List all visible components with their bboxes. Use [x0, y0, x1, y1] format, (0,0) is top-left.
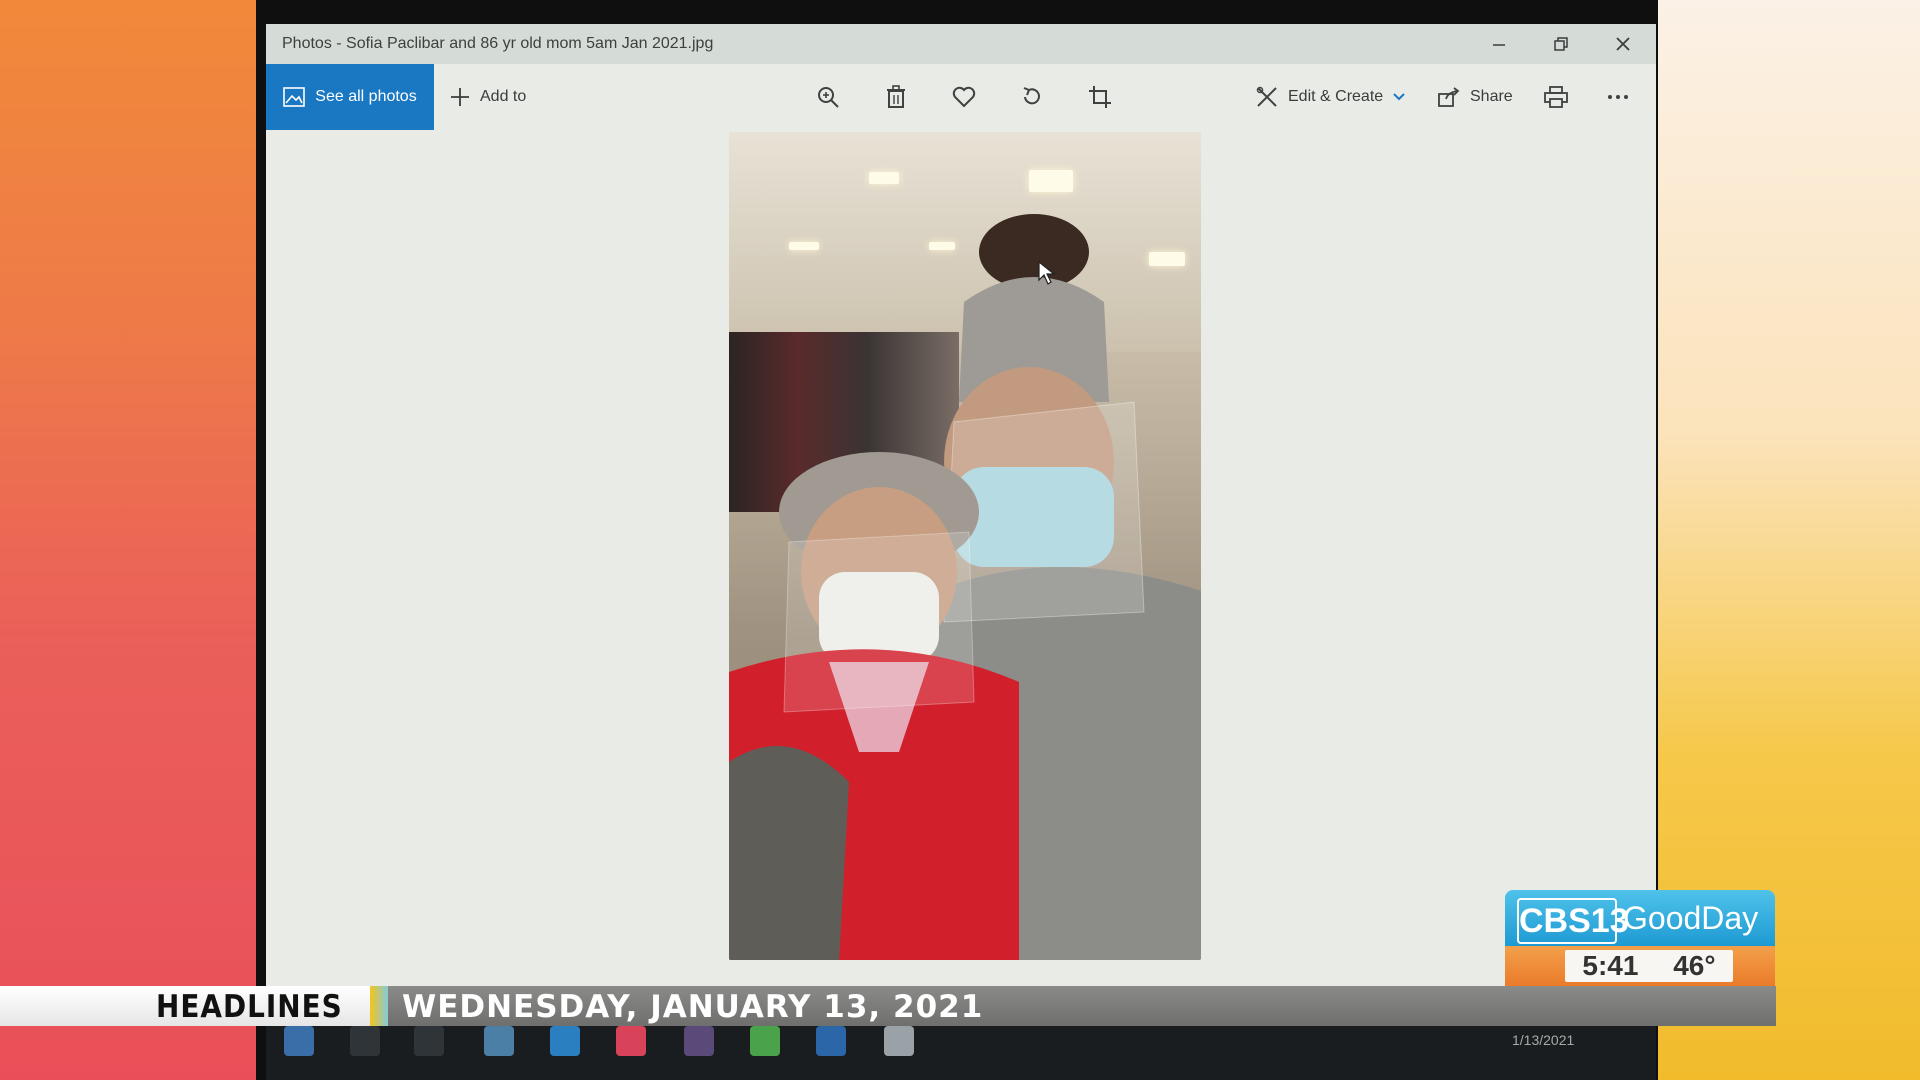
headlines-label: HEADLINES: [156, 989, 343, 1025]
see-all-photos-button[interactable]: See all photos: [266, 64, 434, 130]
share-icon: [1438, 87, 1460, 107]
share-label: Share: [1470, 88, 1513, 105]
broadcast-date: WEDNESDAY, JANUARY 13, 2021: [402, 989, 984, 1025]
station-logo: CBS13 GoodDay 5:41 46°: [1505, 890, 1775, 986]
add-to-button[interactable]: Add to: [450, 64, 526, 130]
photos-app-window: Photos - Sofia Paclibar and 86 yr old mo…: [266, 24, 1656, 1024]
window-title: Photos - Sofia Paclibar and 86 yr old mo…: [282, 35, 714, 52]
app-icon[interactable]: [684, 1026, 714, 1056]
ceiling-light: [869, 172, 899, 184]
delete-button[interactable]: [874, 64, 918, 130]
lower-third-divider: [370, 986, 388, 1026]
favorite-button[interactable]: [942, 64, 986, 130]
channel-badge: CBS13: [1517, 898, 1629, 944]
start-icon[interactable]: [284, 1026, 314, 1056]
gallery-icon: [283, 87, 306, 107]
photos-taskbar-icon[interactable]: [884, 1026, 914, 1056]
task-view-icon[interactable]: [414, 1026, 444, 1056]
taskbar-date: 1/13/2021: [1512, 1032, 1575, 1048]
app-icon[interactable]: [816, 1026, 846, 1056]
minimize-icon: [1493, 44, 1505, 46]
restore-button[interactable]: [1530, 24, 1592, 64]
zoom-icon: [818, 87, 839, 108]
rotate-icon: [1023, 87, 1040, 105]
minimize-button[interactable]: [1468, 24, 1530, 64]
zoom-button[interactable]: [806, 64, 850, 130]
app-icon[interactable]: [616, 1026, 646, 1056]
heart-icon: [952, 86, 976, 108]
file-explorer-icon[interactable]: [484, 1026, 514, 1056]
chrome-icon[interactable]: [750, 1026, 780, 1056]
broadcast-temperature: 46°: [1673, 950, 1716, 981]
edit-create-button[interactable]: Edit & Create: [1256, 64, 1405, 130]
crop-icon: [1089, 86, 1111, 108]
print-button[interactable]: [1534, 64, 1578, 130]
search-icon[interactable]: [350, 1026, 380, 1056]
time-temp-box: 5:41 46°: [1565, 950, 1733, 982]
broadcast-time: 5:41: [1582, 950, 1639, 981]
show-name: GoodDay: [1623, 900, 1759, 936]
see-all-photos-label: See all photos: [315, 88, 417, 105]
print-icon: [1544, 86, 1568, 108]
more-icon: [1608, 95, 1628, 99]
ceiling-light: [1029, 170, 1073, 192]
windows-taskbar: [266, 1020, 1656, 1080]
add-to-label: Add to: [480, 88, 527, 105]
photo-person-elderly: [729, 452, 1019, 960]
edit-create-icon: [1256, 86, 1277, 107]
toolbar: See all photos Add to Edit & Create Shar…: [266, 64, 1656, 130]
share-button[interactable]: Share: [1438, 64, 1513, 130]
studio-background-left: [0, 0, 256, 1080]
rotate-button[interactable]: [1010, 64, 1054, 130]
edit-create-label: Edit & Create: [1288, 88, 1384, 105]
chevron-down-icon: [1393, 93, 1405, 101]
photo-viewer-image[interactable]: [729, 132, 1201, 960]
plus-icon: [451, 88, 469, 106]
delete-icon: [887, 85, 905, 108]
close-icon: [1616, 37, 1630, 51]
more-button[interactable]: [1596, 64, 1640, 130]
title-bar[interactable]: Photos - Sofia Paclibar and 86 yr old mo…: [266, 24, 1656, 64]
edge-icon[interactable]: [550, 1026, 580, 1056]
close-button[interactable]: [1592, 24, 1654, 64]
ceiling-light: [789, 242, 819, 250]
crop-button[interactable]: [1078, 64, 1122, 130]
restore-icon: [1554, 37, 1568, 51]
mouse-cursor-icon: [1038, 260, 1056, 285]
